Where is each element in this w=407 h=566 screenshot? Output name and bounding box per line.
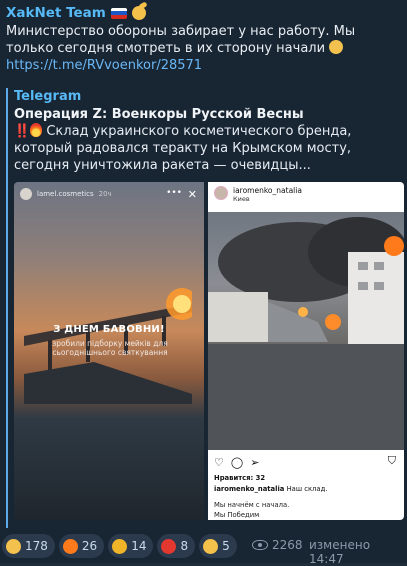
reaction-count: 8 <box>180 539 189 553</box>
fire-emoji-icon <box>62 538 78 554</box>
close-icon: ✕ <box>187 188 197 201</box>
story-caption-big: З ДНЕМ БАВОВНИ! <box>53 324 165 335</box>
instagram-caption: iaromenko_natalia Наш склад. <box>214 485 327 493</box>
message-author[interactable]: XakNet Team <box>6 4 401 22</box>
reaction-count: 178 <box>25 539 48 553</box>
reaction-thumbs-up[interactable]: 5 <box>199 534 237 558</box>
heart-icon: ♡ <box>214 455 224 469</box>
forward-accent-bar <box>6 88 8 528</box>
trophy-emoji-icon <box>112 538 128 554</box>
edited-timestamp: изменено 14:47 <box>309 538 371 566</box>
heart-fire-emoji-icon <box>161 538 177 554</box>
story-time: 20ч <box>98 190 112 198</box>
reaction-count: 14 <box>131 539 147 553</box>
message-body: Министерство обороны забирает у нас рабо… <box>6 24 356 56</box>
forward-title[interactable]: Операция Z: Военкоры Русской Весны <box>14 106 404 123</box>
reaction-heart-fire[interactable]: 8 <box>157 534 196 558</box>
instagram-post-image[interactable]: iaromenko_natalia Киев ♡ ◯ ➢ ⛉ Нравится:… <box>208 182 404 520</box>
message-footer: 178 26 14 8 5 2268 изменено 14:47 <box>0 531 407 566</box>
instagram-username: iaromenko_natalia <box>233 186 302 195</box>
warehouse-fire-photo <box>208 212 404 450</box>
forwarded-block: Telegram Операция Z: Военкоры Русской Ве… <box>6 88 404 528</box>
instagram-likes: Нравится: 32 <box>214 474 266 482</box>
double-exclamation-icon: ‼️ <box>14 124 31 139</box>
salute-emoji-icon <box>131 6 146 20</box>
instagram-caption-text: Наш склад. <box>286 485 328 493</box>
bookmark-icon: ⛉ <box>387 454 396 467</box>
reaction-trophy[interactable]: 14 <box>108 534 154 558</box>
fire-emoji-icon <box>30 123 43 137</box>
forward-source[interactable]: Telegram <box>14 88 404 106</box>
thumbs-up-emoji-icon <box>203 538 219 554</box>
instagram-line2: Мы Победим <box>214 511 260 519</box>
reaction-count: 26 <box>81 539 98 553</box>
message-text: Министерство обороны забирает у нас рабо… <box>6 23 401 57</box>
author-name[interactable]: XakNet Team <box>6 5 106 21</box>
story-avatar <box>20 188 32 200</box>
instagram-avatar <box>214 186 228 200</box>
grin-emoji-icon <box>6 538 21 554</box>
instagram-header: iaromenko_natalia Киев <box>208 182 404 212</box>
channel-message: XakNet Team Министерство обороны забирае… <box>0 0 407 566</box>
reaction-fire[interactable]: 26 <box>58 534 105 558</box>
more-icon: ••• <box>166 188 182 198</box>
forward-body: Склад украинского косметического бренда,… <box>14 124 352 173</box>
view-counter: 2268 <box>252 538 303 552</box>
eye-icon <box>252 540 268 550</box>
warehouse-fire-illustration <box>208 217 404 450</box>
instagram-caption-user: iaromenko_natalia <box>214 485 285 493</box>
reaction-grin[interactable]: 178 <box>2 534 55 558</box>
instagram-location: Киев <box>233 195 250 203</box>
story-user: lamel.cosmetics <box>37 190 94 198</box>
russia-flag-icon <box>110 7 127 19</box>
media-album[interactable]: lamel.cosmetics 20ч ••• ✕ З ДНЕМ БАВОВНИ… <box>14 182 404 520</box>
story-caption-small: зробили підборку мейків для сьогоднішньо… <box>52 339 168 357</box>
share-icon: ➢ <box>250 455 260 469</box>
comment-icon: ◯ <box>230 455 244 469</box>
message-link[interactable]: https://t.me/RVvoenkor/28571 <box>6 57 401 74</box>
sad-emoji-icon <box>329 40 344 54</box>
instagram-actions: ♡ ◯ ➢ ⛉ <box>208 454 404 470</box>
story-screenshot-image[interactable]: lamel.cosmetics 20ч ••• ✕ З ДНЕМ БАВОВНИ… <box>14 182 204 520</box>
forward-text: ‼️ Склад украинского косметического брен… <box>14 123 404 174</box>
instagram-line1: Мы начнём с начала. <box>214 501 290 509</box>
view-count: 2268 <box>272 538 303 552</box>
reaction-count: 5 <box>222 539 230 553</box>
